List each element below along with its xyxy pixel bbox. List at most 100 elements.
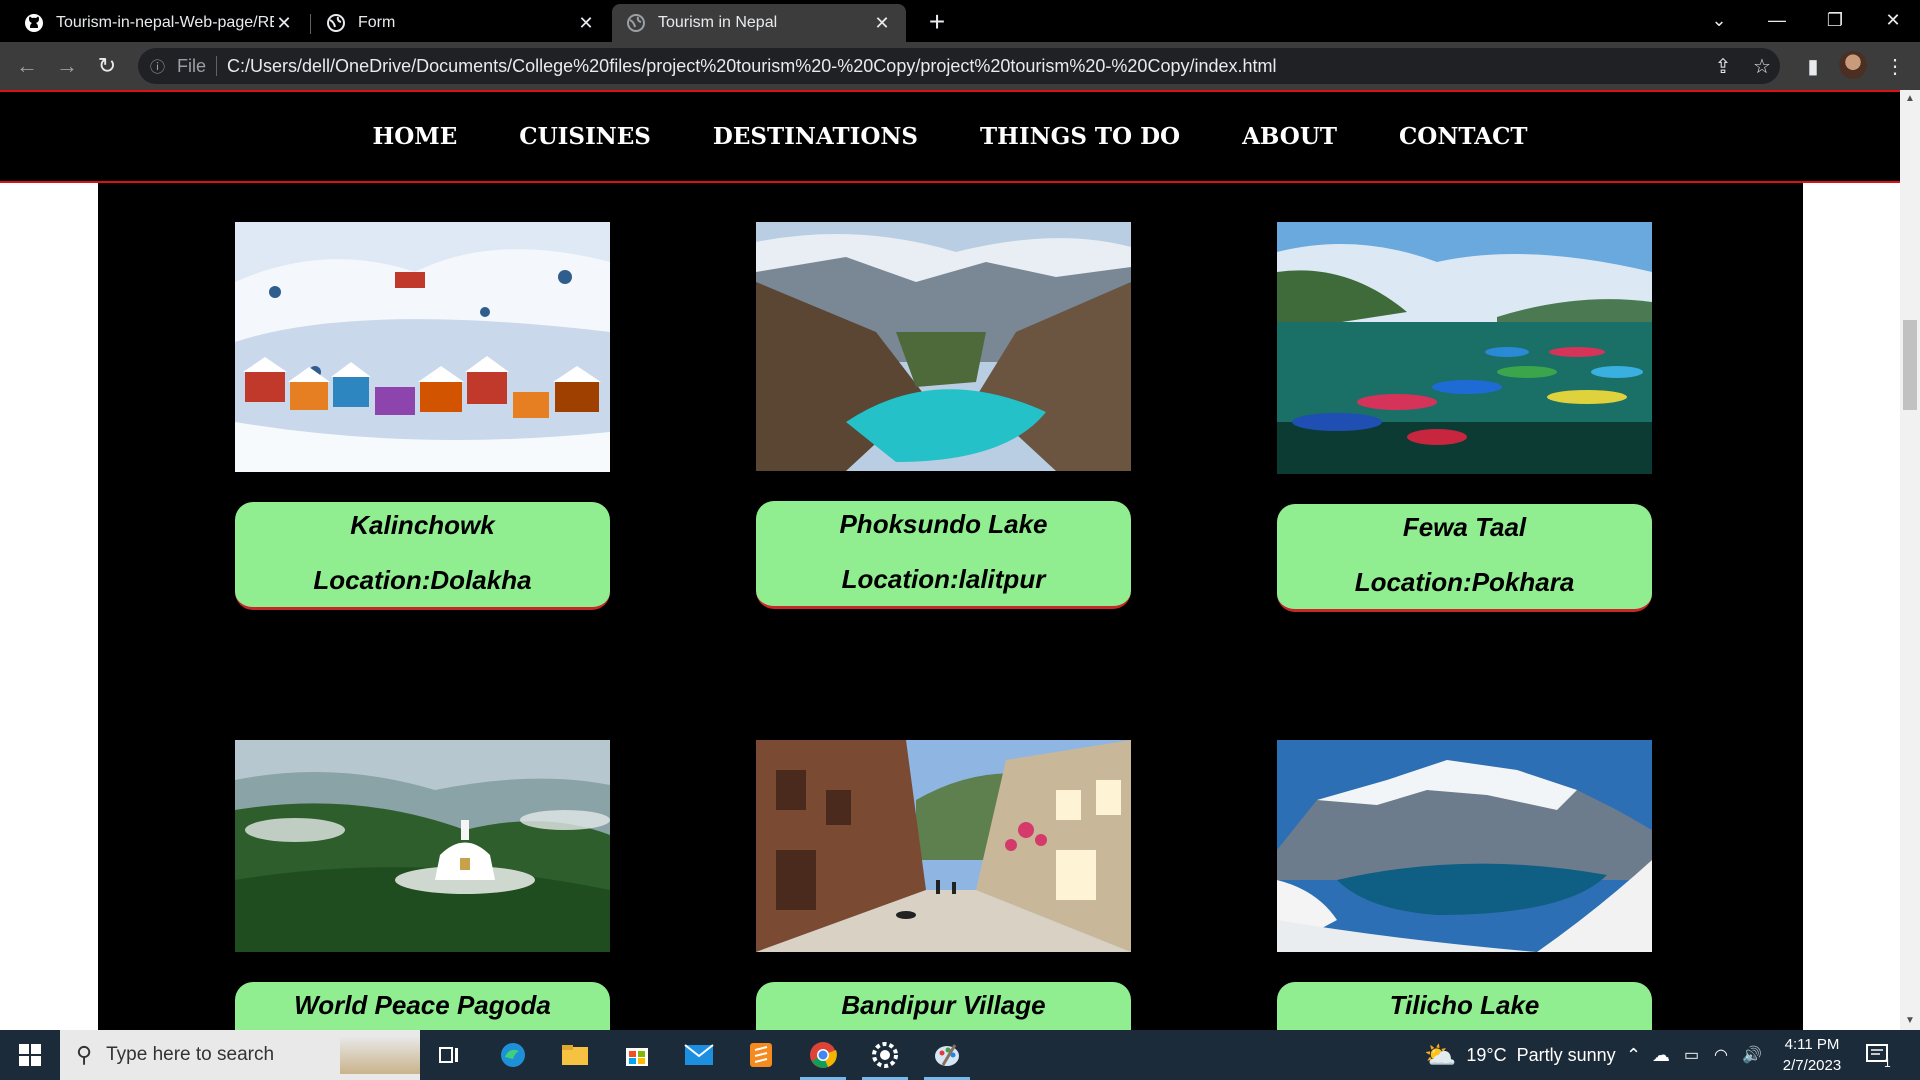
volume-icon[interactable]: 🔊 xyxy=(1742,1030,1762,1080)
site-navbar: HOME CUISINES DESTINATIONS THINGS TO DO … xyxy=(0,90,1900,183)
destination-location: Location:lalitpur xyxy=(841,564,1046,594)
restore-button[interactable]: ❐ xyxy=(1806,0,1864,40)
nav-item-about[interactable]: ABOUT xyxy=(1242,123,1337,150)
search-icon: ⚲ xyxy=(76,1042,93,1067)
close-icon[interactable]: ✕ xyxy=(274,13,294,34)
browser-toolbar: ← → ↻ ⓘ File C:/Users/dell/OneDrive/Docu… xyxy=(0,42,1920,90)
destination-name: Kalinchowk xyxy=(350,510,495,540)
wifi-icon[interactable]: ◠ xyxy=(1714,1030,1728,1080)
notification-center-icon[interactable]: 1 xyxy=(1866,1030,1891,1080)
tab-tourism-in-nepal[interactable]: Tourism in Nepal ✕ xyxy=(612,4,906,42)
stupa-hill-photo xyxy=(235,740,610,952)
tab-title: Tourism-in-nepal-Web-page/REA xyxy=(56,14,274,31)
nav-link[interactable]: HOME xyxy=(373,123,458,150)
destination-name: Bandipur Village xyxy=(841,990,1046,1020)
destination-location: Location:Pokhara xyxy=(1354,567,1575,597)
tab-github[interactable]: Tourism-in-nepal-Web-page/REA ✕ xyxy=(10,4,308,42)
address-divider xyxy=(216,56,218,76)
destination-name: World Peace Pagoda xyxy=(294,990,551,1020)
edge-browser-icon[interactable] xyxy=(484,1030,542,1080)
page-scrollbar[interactable]: ▲ ▼ xyxy=(1900,90,1920,1030)
chrome-icon[interactable] xyxy=(794,1030,852,1080)
nav-item-home[interactable]: HOME xyxy=(373,123,458,150)
settings-gear-icon[interactable] xyxy=(856,1030,914,1080)
destination-location: Location:Dolakha xyxy=(313,565,532,595)
side-panel-icon[interactable]: ▮ xyxy=(1800,53,1826,79)
destination-card[interactable]: Bandipur Village xyxy=(756,740,1131,1030)
clock-date: 2/7/2023 xyxy=(1782,1057,1842,1074)
paint-app-icon[interactable] xyxy=(918,1030,976,1080)
nav-link[interactable]: CUISINES xyxy=(519,123,651,150)
turquoise-lake-photo xyxy=(756,222,1131,471)
nav-link[interactable]: THINGS TO DO xyxy=(980,123,1180,150)
onedrive-cloud-icon[interactable]: ☁ xyxy=(1652,1030,1670,1080)
weather-widget[interactable]: ⛅ 19°C Partly sunny xyxy=(1424,1030,1616,1080)
scroll-thumb[interactable] xyxy=(1903,320,1917,410)
tab-divider xyxy=(310,14,311,34)
mail-icon[interactable] xyxy=(670,1030,728,1080)
nav-item-things-to-do[interactable]: THINGS TO DO xyxy=(980,123,1180,150)
battery-icon[interactable]: ▭ xyxy=(1684,1030,1699,1080)
destination-name: Phoksundo Lake xyxy=(839,509,1048,539)
destination-caption: Tilicho Lake xyxy=(1277,982,1652,1030)
nav-link[interactable]: DESTINATIONS xyxy=(713,123,918,150)
notification-count: 1 xyxy=(1884,1056,1891,1070)
lake-boats-photo xyxy=(1277,222,1652,474)
destinations-section: Kalinchowk Location:Dolakha Phoksundo La… xyxy=(98,183,1803,1030)
nav-item-destinations[interactable]: DESTINATIONS xyxy=(713,123,918,150)
tab-form[interactable]: Form ✕ xyxy=(312,4,610,42)
nav-item-cuisines[interactable]: CUISINES xyxy=(519,123,651,150)
sublime-text-icon[interactable] xyxy=(732,1030,790,1080)
github-icon xyxy=(24,13,44,33)
browser-tab-strip: Tourism-in-nepal-Web-page/REA ✕ Form ✕ T… xyxy=(0,0,1920,42)
forward-arrow-icon[interactable]: → xyxy=(52,51,82,81)
destination-name: Tilicho Lake xyxy=(1389,990,1540,1020)
snowy-village-photo xyxy=(235,222,610,472)
destination-card[interactable]: Kalinchowk Location:Dolakha xyxy=(235,222,610,610)
new-tab-button[interactable]: + xyxy=(922,6,952,38)
destination-name: Fewa Taal xyxy=(1402,512,1527,542)
taskbar-search-box[interactable]: ⚲ Type here to search xyxy=(60,1030,420,1080)
tab-title: Tourism in Nepal xyxy=(658,14,778,31)
destination-card[interactable]: World Peace Pagoda xyxy=(235,740,610,1030)
menu-kebab-icon[interactable]: ⋮ xyxy=(1882,53,1908,79)
windows-start-icon[interactable] xyxy=(0,1030,60,1080)
task-view-icon[interactable] xyxy=(420,1030,478,1080)
tab-title: Form xyxy=(358,14,396,31)
destination-card[interactable]: Tilicho Lake xyxy=(1277,740,1652,1030)
destination-caption: Bandipur Village xyxy=(756,982,1131,1030)
glacier-lake-photo xyxy=(1277,740,1652,952)
windows-taskbar: ⚲ Type here to search ⛅ 19°C Partly sunn… xyxy=(0,1030,1920,1080)
window-close-button[interactable]: ✕ xyxy=(1864,0,1920,40)
show-hidden-icons-chevron-icon[interactable]: ⌃ xyxy=(1626,1030,1641,1080)
scroll-up-arrow-icon[interactable]: ▲ xyxy=(1900,90,1920,108)
search-highlight-image xyxy=(340,1036,420,1074)
globe-icon xyxy=(626,13,646,33)
globe-icon xyxy=(326,13,346,33)
destination-card[interactable]: Fewa Taal Location:Pokhara xyxy=(1277,222,1652,612)
url-text[interactable]: C:/Users/dell/OneDrive/Documents/College… xyxy=(227,56,1276,77)
nav-item-contact[interactable]: CONTACT xyxy=(1399,123,1528,150)
tab-search-chevron-icon[interactable]: ⌄ xyxy=(1690,0,1748,40)
file-explorer-icon[interactable] xyxy=(546,1030,604,1080)
close-icon[interactable]: ✕ xyxy=(576,13,596,34)
taskbar-clock[interactable]: 4:11 PM 2/7/2023 xyxy=(1764,1034,1860,1076)
village-street-photo xyxy=(756,740,1131,952)
info-icon[interactable]: ⓘ xyxy=(150,56,165,77)
destination-card[interactable]: Phoksundo Lake Location:lalitpur xyxy=(756,222,1131,609)
address-bar[interactable]: ⓘ File C:/Users/dell/OneDrive/Documents/… xyxy=(138,48,1780,84)
minimize-button[interactable]: — xyxy=(1748,0,1806,40)
nav-link[interactable]: CONTACT xyxy=(1399,123,1528,150)
bookmark-star-icon[interactable]: ☆ xyxy=(1749,53,1775,79)
close-icon[interactable]: ✕ xyxy=(872,13,892,34)
web-page: HOME CUISINES DESTINATIONS THINGS TO DO … xyxy=(0,90,1900,1030)
back-arrow-icon[interactable]: ← xyxy=(12,51,42,81)
clock-time: 4:11 PM xyxy=(1784,1036,1840,1053)
microsoft-store-icon[interactable] xyxy=(608,1030,666,1080)
scroll-down-arrow-icon[interactable]: ▼ xyxy=(1900,1012,1920,1030)
share-icon[interactable]: ⇪ xyxy=(1710,53,1736,79)
nav-link[interactable]: ABOUT xyxy=(1242,123,1337,150)
reload-icon[interactable]: ↻ xyxy=(92,51,122,81)
profile-avatar[interactable] xyxy=(1839,51,1867,79)
scheme-label: File xyxy=(177,55,207,76)
